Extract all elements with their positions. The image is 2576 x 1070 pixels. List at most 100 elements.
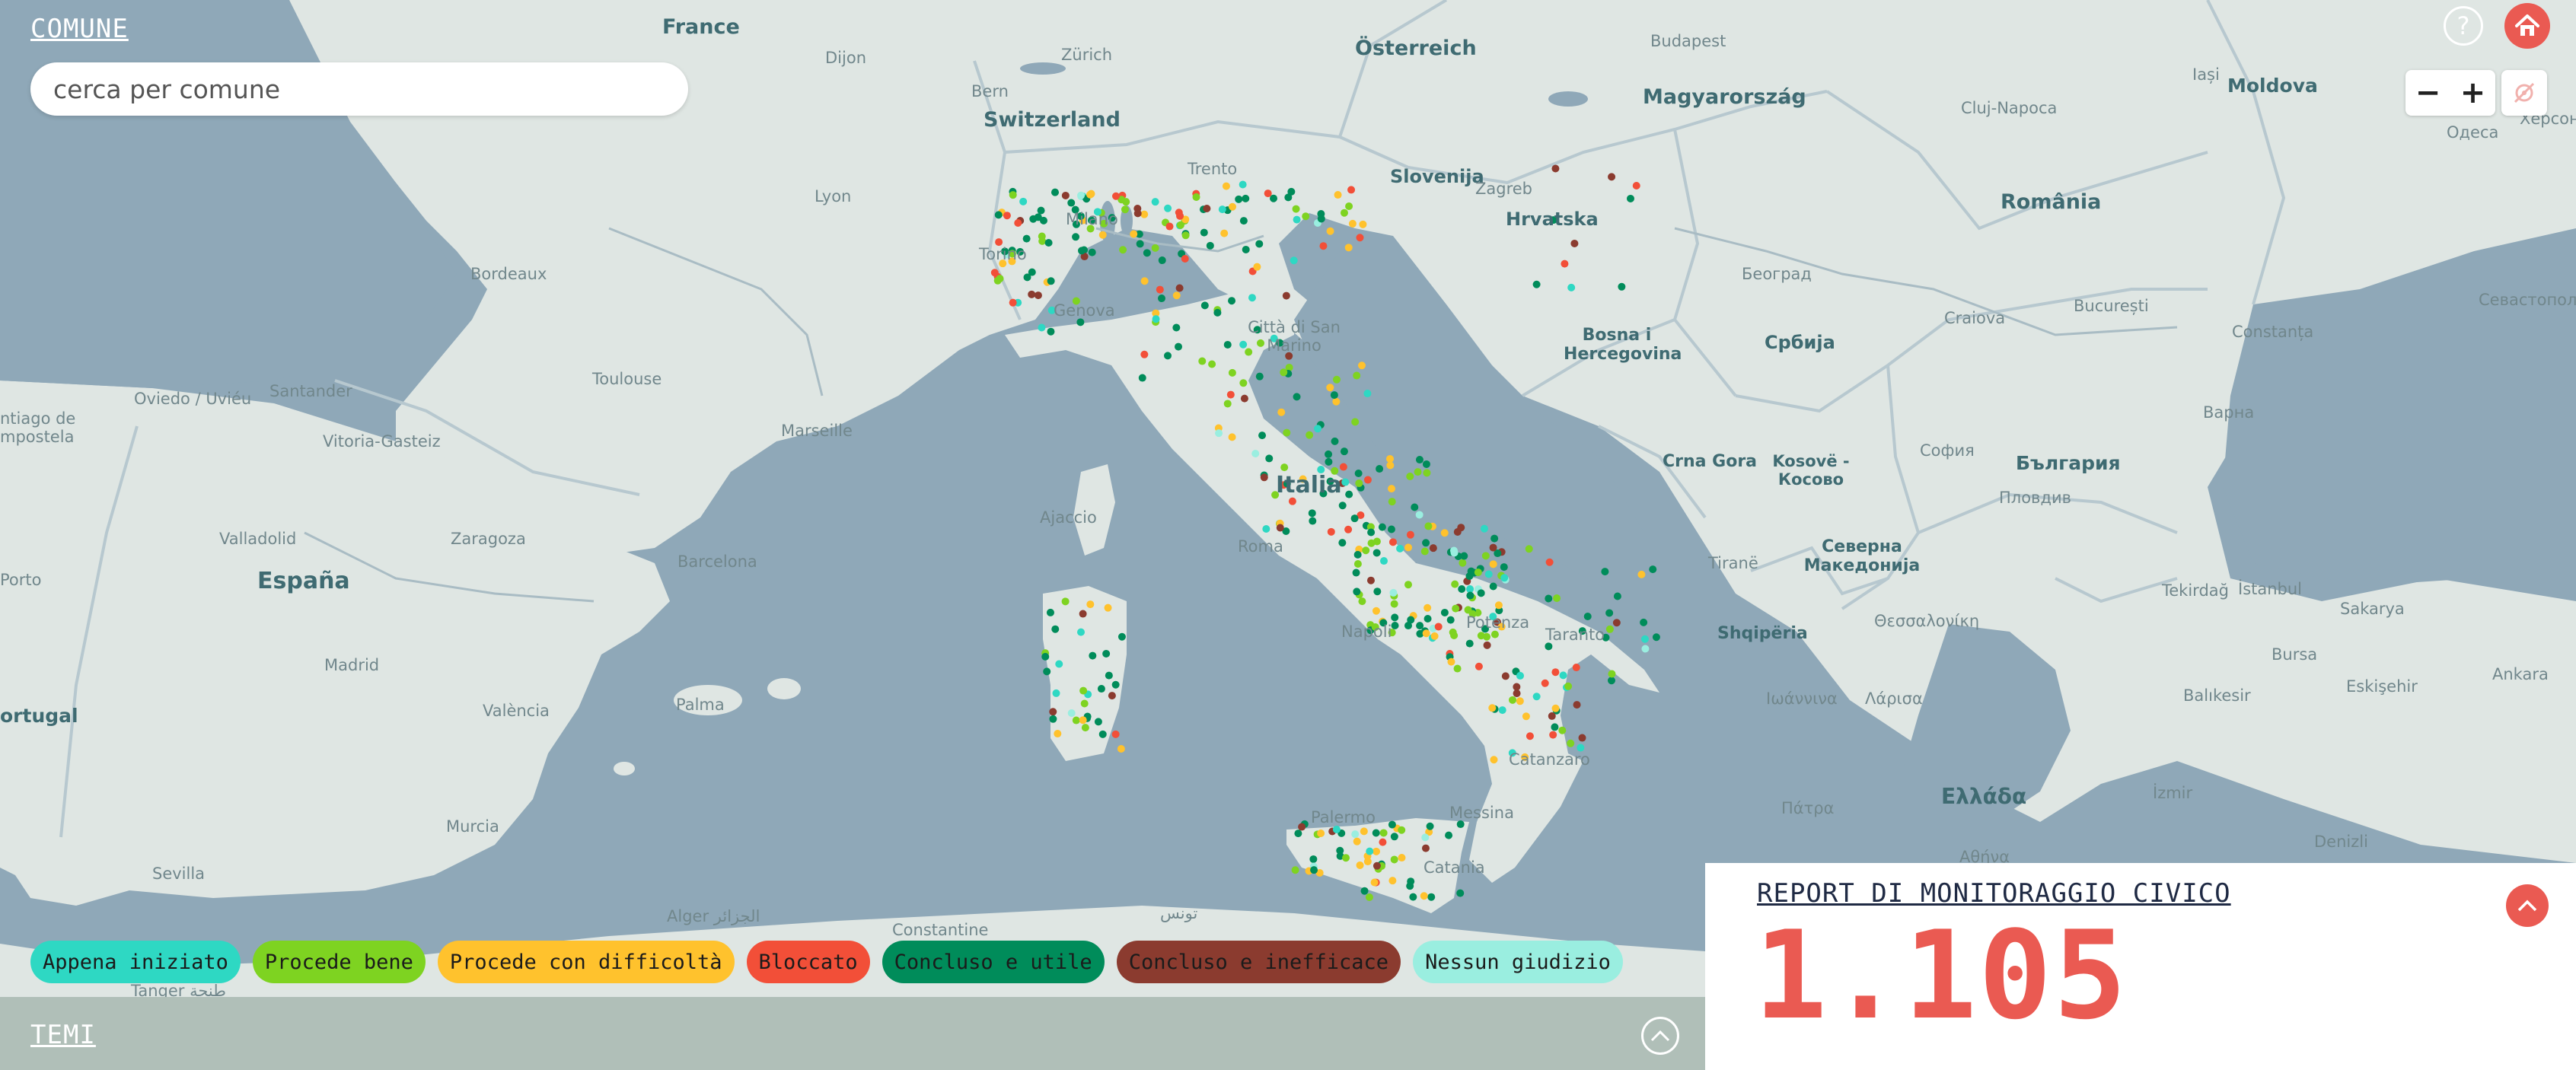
report-marker[interactable] [1019, 197, 1028, 205]
report-marker[interactable] [1067, 709, 1076, 718]
report-marker[interactable] [1158, 256, 1166, 265]
report-marker[interactable] [1385, 454, 1394, 463]
report-marker[interactable] [1028, 268, 1036, 276]
report-marker[interactable] [1014, 219, 1022, 228]
report-marker[interactable] [1513, 689, 1521, 698]
report-marker[interactable] [1641, 645, 1650, 653]
report-marker[interactable] [1310, 866, 1318, 874]
report-marker[interactable] [1218, 205, 1226, 214]
zoom-in-button[interactable]: + [2450, 70, 2495, 116]
report-marker[interactable] [1388, 538, 1397, 546]
report-marker[interactable] [1175, 284, 1184, 292]
report-marker[interactable] [1456, 889, 1465, 897]
report-marker[interactable] [1038, 237, 1047, 245]
report-marker[interactable] [1564, 682, 1573, 690]
report-marker[interactable] [1489, 582, 1497, 591]
report-marker[interactable] [1239, 180, 1247, 189]
report-marker[interactable] [1388, 877, 1397, 885]
report-marker[interactable] [1055, 660, 1063, 668]
zoom-out-button[interactable]: − [2405, 70, 2450, 116]
report-marker[interactable] [1525, 545, 1533, 553]
report-marker[interactable] [1181, 255, 1189, 263]
report-marker[interactable] [1390, 855, 1398, 864]
report-marker[interactable] [1332, 375, 1341, 384]
report-marker[interactable] [1378, 523, 1386, 531]
report-marker[interactable] [1276, 524, 1284, 532]
report-marker[interactable] [1140, 277, 1149, 285]
report-marker[interactable] [1353, 550, 1362, 559]
report-marker[interactable] [1078, 247, 1086, 255]
report-marker[interactable] [1046, 608, 1054, 616]
report-marker[interactable] [1308, 509, 1316, 517]
report-marker[interactable] [1406, 882, 1414, 890]
report-marker[interactable] [1618, 282, 1626, 291]
report-marker[interactable] [1255, 372, 1264, 381]
report-marker[interactable] [1072, 233, 1080, 241]
report-marker[interactable] [1215, 429, 1223, 438]
report-marker[interactable] [1038, 323, 1046, 332]
report-marker[interactable] [1198, 357, 1207, 365]
report-marker[interactable] [1111, 730, 1120, 738]
report-marker[interactable] [1532, 280, 1541, 288]
report-marker[interactable] [1434, 623, 1443, 631]
report-marker[interactable] [1411, 503, 1419, 511]
report-marker[interactable] [1548, 712, 1556, 720]
report-marker[interactable] [1317, 215, 1325, 223]
report-marker[interactable] [1255, 240, 1264, 248]
report-marker[interactable] [1228, 433, 1236, 441]
report-marker[interactable] [1208, 360, 1216, 368]
report-marker[interactable] [1077, 628, 1086, 636]
report-marker[interactable] [1072, 716, 1080, 724]
report-marker[interactable] [1352, 568, 1360, 577]
report-marker[interactable] [1240, 394, 1248, 403]
report-marker[interactable] [1387, 525, 1395, 533]
report-marker[interactable] [1453, 664, 1462, 673]
report-marker[interactable] [1326, 384, 1334, 392]
report-marker[interactable] [1175, 342, 1183, 351]
report-marker[interactable] [1466, 591, 1475, 600]
legend-concluso-e-inefficace[interactable]: Concluso e inefficace [1116, 941, 1401, 983]
report-marker[interactable] [1450, 632, 1459, 640]
report-marker[interactable] [1640, 618, 1648, 626]
report-marker[interactable] [1414, 468, 1422, 476]
report-marker[interactable] [1404, 581, 1412, 589]
report-marker[interactable] [1213, 308, 1222, 317]
report-marker[interactable] [1573, 701, 1581, 709]
report-marker[interactable] [1632, 181, 1640, 189]
report-marker[interactable] [1298, 823, 1306, 831]
report-marker[interactable] [1094, 718, 1102, 726]
report-marker[interactable] [1440, 529, 1449, 537]
report-marker[interactable] [1140, 350, 1149, 358]
report-marker[interactable] [1181, 231, 1190, 240]
report-marker[interactable] [1353, 371, 1361, 380]
report-marker[interactable] [1608, 670, 1616, 678]
comune-label[interactable]: COMUNE [30, 14, 129, 44]
report-marker[interactable] [1359, 220, 1367, 228]
report-marker[interactable] [1288, 497, 1296, 505]
report-marker[interactable] [1041, 652, 1050, 661]
report-marker[interactable] [1293, 393, 1301, 401]
report-marker[interactable] [1429, 544, 1437, 553]
report-marker[interactable] [1143, 249, 1151, 257]
report-marker[interactable] [1372, 861, 1381, 870]
report-marker[interactable] [1406, 473, 1414, 481]
report-marker[interactable] [1551, 704, 1560, 712]
locate-button[interactable] [2501, 70, 2547, 116]
report-marker[interactable] [1465, 639, 1474, 648]
report-marker[interactable] [1133, 209, 1142, 218]
report-marker[interactable] [1404, 543, 1413, 552]
report-marker[interactable] [1242, 245, 1250, 253]
report-marker[interactable] [1260, 473, 1268, 482]
report-marker[interactable] [1481, 552, 1490, 560]
report-marker[interactable] [1200, 228, 1208, 237]
report-marker[interactable] [1105, 671, 1113, 680]
report-marker[interactable] [1567, 739, 1575, 747]
report-marker[interactable] [1420, 892, 1428, 900]
report-marker[interactable] [1165, 222, 1174, 231]
report-marker[interactable] [1601, 568, 1609, 576]
report-marker[interactable] [1325, 450, 1333, 458]
report-marker[interactable] [1280, 463, 1289, 472]
report-marker[interactable] [1360, 827, 1368, 836]
report-marker[interactable] [1342, 854, 1350, 862]
legend-concluso-e-utile[interactable]: Concluso e utile [882, 941, 1105, 983]
